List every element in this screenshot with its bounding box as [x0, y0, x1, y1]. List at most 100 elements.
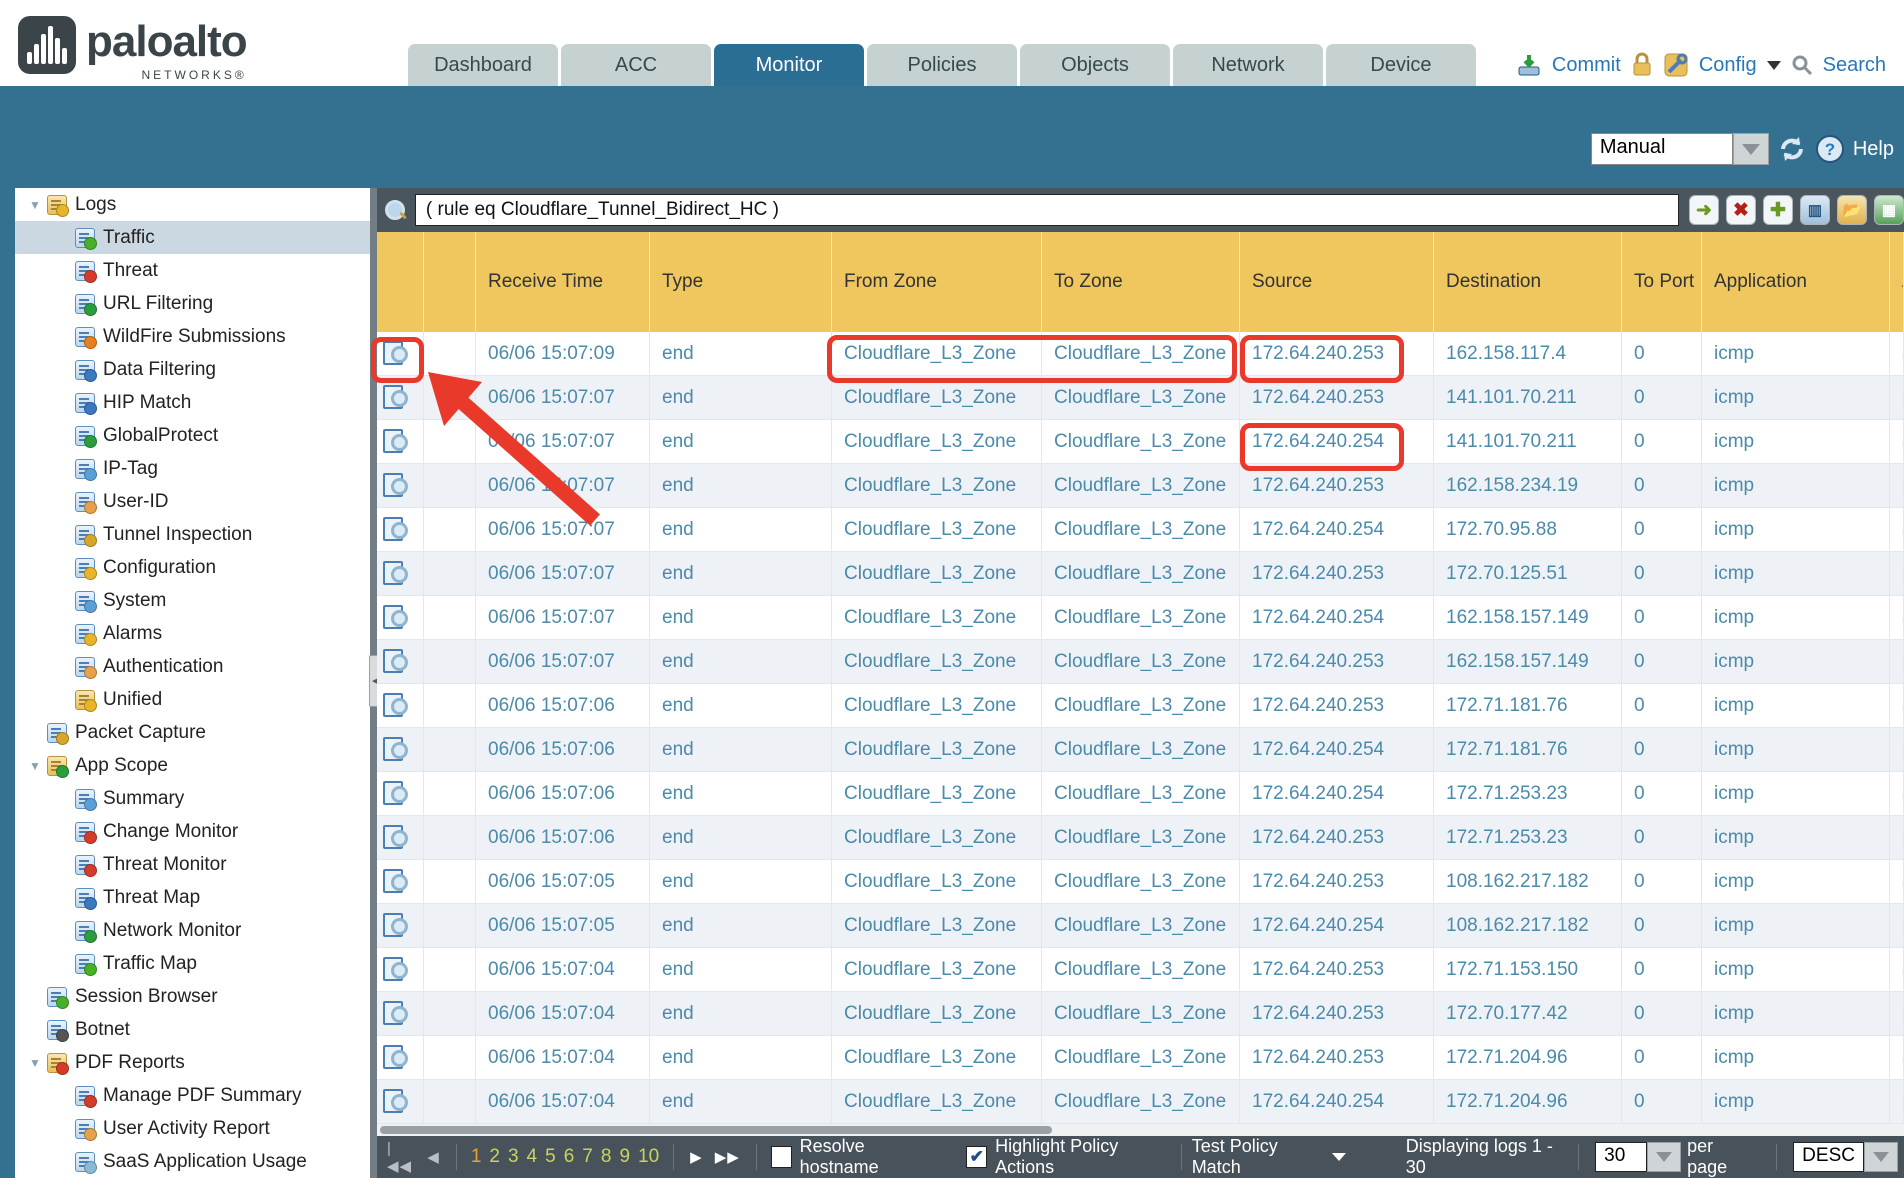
filter-query-input[interactable] — [415, 194, 1679, 226]
cell-source[interactable]: 172.64.240.254 — [1240, 904, 1434, 947]
sidebar-item-threat-map[interactable]: Threat Map — [15, 881, 370, 914]
sort-order-caret[interactable] — [1864, 1142, 1898, 1172]
cell-to-port[interactable]: 0 — [1622, 552, 1702, 595]
cell-destination[interactable]: 172.71.204.96 — [1434, 1080, 1622, 1123]
sidebar-item-traffic[interactable]: Traffic — [15, 221, 370, 254]
log-detail-magnifier-icon[interactable] — [383, 649, 407, 675]
cell-destination[interactable]: 172.71.253.23 — [1434, 772, 1622, 815]
cell-from-zone[interactable]: Cloudflare_L3_Zone — [832, 420, 1042, 463]
cell-type[interactable]: end — [650, 1080, 832, 1123]
cell-destination[interactable]: 172.71.181.76 — [1434, 728, 1622, 771]
cell-application[interactable]: icmp — [1702, 508, 1890, 551]
page-number-5[interactable]: 5 — [545, 1146, 556, 1167]
cell-receive-time[interactable]: 06/06 15:07:04 — [476, 948, 650, 991]
log-detail-magnifier-icon[interactable] — [383, 429, 407, 455]
sidebar-item-system[interactable]: System — [15, 584, 370, 617]
cell-to-zone[interactable]: Cloudflare_L3_Zone — [1042, 772, 1240, 815]
tab-monitor[interactable]: Monitor — [714, 44, 864, 86]
page-number-2[interactable]: 2 — [489, 1146, 500, 1167]
cell-from-zone[interactable]: Cloudflare_L3_Zone — [832, 1080, 1042, 1123]
cell-destination[interactable]: 172.71.253.23 — [1434, 816, 1622, 859]
cell-receive-time[interactable]: 06/06 15:07:06 — [476, 772, 650, 815]
save-filter-icon[interactable]: ▥ — [1800, 195, 1830, 225]
log-detail-magnifier-icon[interactable] — [383, 341, 407, 367]
cell-type[interactable]: end — [650, 860, 832, 903]
cell-receive-time[interactable]: 06/06 15:07:07 — [476, 596, 650, 639]
sidebar-item-saas-application-usage[interactable]: SaaS Application Usage — [15, 1145, 370, 1178]
cell-receive-time[interactable]: 06/06 15:07:05 — [476, 904, 650, 947]
tree-expand-icon[interactable]: ▼ — [23, 759, 47, 773]
sidebar-item-pdf-reports[interactable]: ▼PDF Reports — [15, 1046, 370, 1079]
cell-source[interactable]: 172.64.240.253 — [1240, 948, 1434, 991]
cell-application[interactable]: icmp — [1702, 376, 1890, 419]
cell-action[interactable]: a — [1890, 552, 1904, 595]
sidebar-item-tunnel-inspection[interactable]: Tunnel Inspection — [15, 518, 370, 551]
log-detail-magnifier-icon[interactable] — [383, 385, 407, 411]
cell-from-zone[interactable]: Cloudflare_L3_Zone — [832, 948, 1042, 991]
cell-action[interactable]: a — [1890, 772, 1904, 815]
log-detail-magnifier-icon[interactable] — [383, 605, 407, 631]
cell-source[interactable]: 172.64.240.253 — [1240, 332, 1434, 375]
cell-action[interactable]: a — [1890, 860, 1904, 903]
cell-type[interactable]: end — [650, 684, 832, 727]
cell-to-port[interactable]: 0 — [1622, 1080, 1702, 1123]
cell-from-zone[interactable]: Cloudflare_L3_Zone — [832, 640, 1042, 683]
cell-type[interactable]: end — [650, 464, 832, 507]
cell-destination[interactable]: 162.158.117.4 — [1434, 332, 1622, 375]
cell-application[interactable]: icmp — [1702, 904, 1890, 947]
cell-to-zone[interactable]: Cloudflare_L3_Zone — [1042, 376, 1240, 419]
cell-type[interactable]: end — [650, 420, 832, 463]
refresh-mode-select[interactable]: Manual — [1591, 133, 1769, 165]
cell-to-port[interactable]: 0 — [1622, 772, 1702, 815]
log-detail-magnifier-icon[interactable] — [383, 693, 407, 719]
cell-type[interactable]: end — [650, 596, 832, 639]
cell-receive-time[interactable]: 06/06 15:07:04 — [476, 992, 650, 1035]
cell-action[interactable]: a — [1890, 464, 1904, 507]
resolve-hostname-checkbox[interactable] — [771, 1146, 792, 1168]
cell-to-zone[interactable]: Cloudflare_L3_Zone — [1042, 1036, 1240, 1079]
cell-to-zone[interactable]: Cloudflare_L3_Zone — [1042, 860, 1240, 903]
cell-application[interactable]: icmp — [1702, 420, 1890, 463]
cell-to-port[interactable]: 0 — [1622, 464, 1702, 507]
cell-to-zone[interactable]: Cloudflare_L3_Zone — [1042, 640, 1240, 683]
cell-to-port[interactable]: 0 — [1622, 376, 1702, 419]
lock-icon[interactable] — [1631, 52, 1653, 78]
log-detail-magnifier-icon[interactable] — [383, 1045, 407, 1071]
cell-from-zone[interactable]: Cloudflare_L3_Zone — [832, 860, 1042, 903]
cell-receive-time[interactable]: 06/06 15:07:07 — [476, 508, 650, 551]
cell-application[interactable]: icmp — [1702, 640, 1890, 683]
cell-destination[interactable]: 172.70.125.51 — [1434, 552, 1622, 595]
cell-application[interactable]: icmp — [1702, 332, 1890, 375]
cell-from-zone[interactable]: Cloudflare_L3_Zone — [832, 376, 1042, 419]
cell-receive-time[interactable]: 06/06 15:07:04 — [476, 1080, 650, 1123]
cell-source[interactable]: 172.64.240.253 — [1240, 992, 1434, 1035]
cell-destination[interactable]: 172.70.177.42 — [1434, 992, 1622, 1035]
page-number-6[interactable]: 6 — [564, 1146, 575, 1167]
tree-expand-icon[interactable]: ▼ — [23, 1056, 47, 1070]
cell-receive-time[interactable]: 06/06 15:07:09 — [476, 332, 650, 375]
cell-receive-time[interactable]: 06/06 15:07:07 — [476, 420, 650, 463]
cell-destination[interactable]: 172.71.181.76 — [1434, 684, 1622, 727]
sidebar-item-logs[interactable]: ▼Logs — [15, 188, 370, 221]
cell-type[interactable]: end — [650, 904, 832, 947]
log-detail-magnifier-icon[interactable] — [383, 1001, 407, 1027]
cell-destination[interactable]: 172.71.153.150 — [1434, 948, 1622, 991]
cell-receive-time[interactable]: 06/06 15:07:07 — [476, 640, 650, 683]
cell-source[interactable]: 172.64.240.254 — [1240, 772, 1434, 815]
log-detail-magnifier-icon[interactable] — [383, 517, 407, 543]
cell-destination[interactable]: 141.101.70.211 — [1434, 420, 1622, 463]
sort-order-select[interactable]: DESC — [1793, 1142, 1898, 1172]
cell-from-zone[interactable]: Cloudflare_L3_Zone — [832, 992, 1042, 1035]
cell-action[interactable]: a — [1890, 992, 1904, 1035]
cell-to-zone[interactable]: Cloudflare_L3_Zone — [1042, 728, 1240, 771]
cell-type[interactable]: end — [650, 640, 832, 683]
cell-destination[interactable]: 141.101.70.211 — [1434, 376, 1622, 419]
cell-type[interactable]: end — [650, 332, 832, 375]
last-page-button[interactable]: ▶▶ — [715, 1148, 740, 1166]
cell-to-zone[interactable]: Cloudflare_L3_Zone — [1042, 420, 1240, 463]
cell-from-zone[interactable]: Cloudflare_L3_Zone — [832, 816, 1042, 859]
cell-source[interactable]: 172.64.240.253 — [1240, 860, 1434, 903]
sidebar-item-url-filtering[interactable]: URL Filtering — [15, 287, 370, 320]
cell-type[interactable]: end — [650, 728, 832, 771]
cell-application[interactable]: icmp — [1702, 816, 1890, 859]
